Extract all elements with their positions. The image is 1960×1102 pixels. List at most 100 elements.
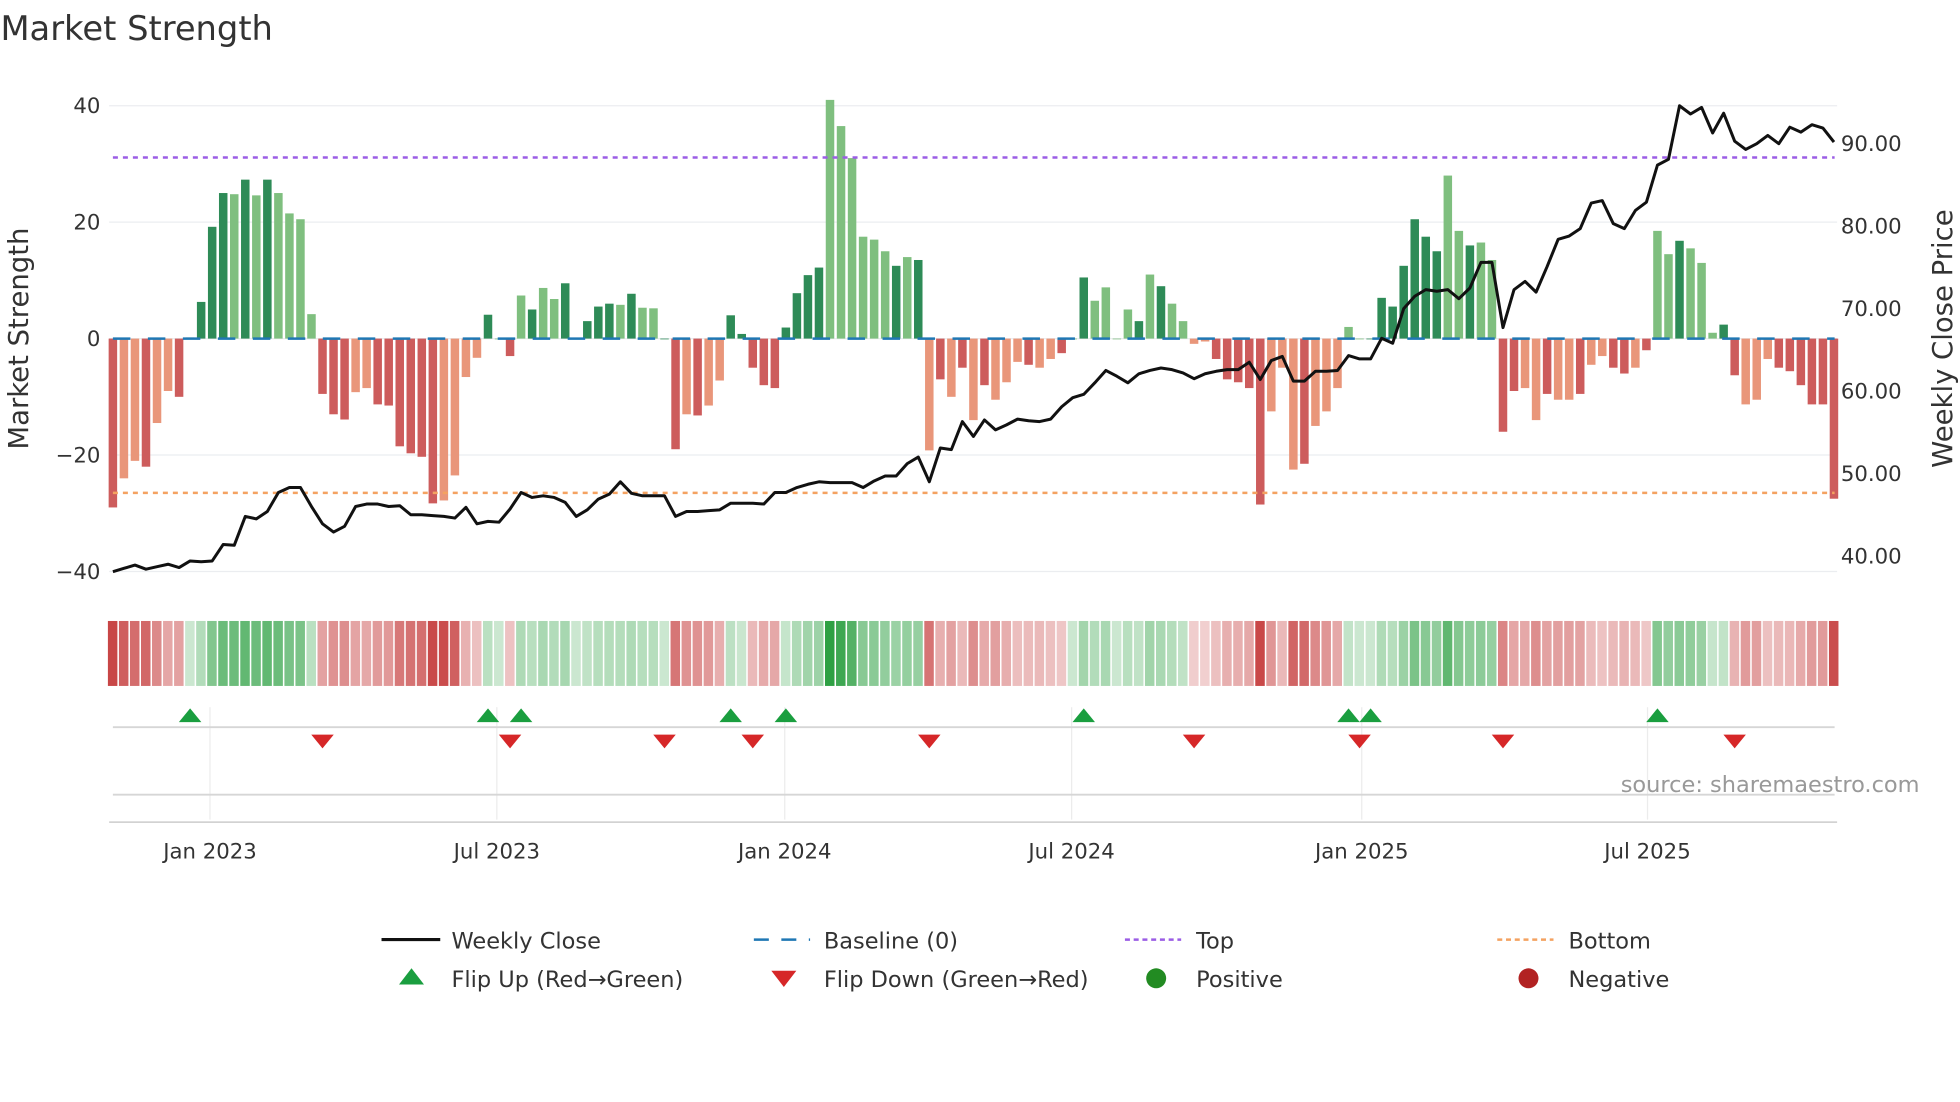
heat-strip-cell bbox=[714, 620, 725, 686]
heat-strip-cell bbox=[990, 620, 1000, 686]
source-label: source: sharemaestro.com bbox=[1621, 772, 1920, 798]
heat-strip-cell bbox=[1167, 620, 1177, 686]
strength-bar bbox=[163, 338, 173, 391]
heat-strip-cell bbox=[1475, 620, 1486, 686]
strength-bar bbox=[230, 194, 239, 339]
strength-bar bbox=[1101, 287, 1111, 339]
heat-strip-cell bbox=[648, 620, 658, 686]
heat-strip-cell bbox=[218, 620, 228, 686]
heat-strip-cell bbox=[207, 620, 217, 686]
heat-strip-cell bbox=[1784, 620, 1795, 686]
heat-strip-cell bbox=[1376, 620, 1387, 686]
heat-strip-cell bbox=[361, 620, 372, 686]
strength-bar bbox=[1531, 338, 1541, 421]
heat-strip-cell bbox=[306, 620, 316, 686]
heat-strip-cell bbox=[1696, 620, 1707, 686]
heat-strip-cell bbox=[185, 620, 195, 686]
strength-bar bbox=[914, 259, 923, 339]
strength-bar bbox=[406, 338, 416, 454]
heat-strip-cell bbox=[1211, 620, 1221, 686]
legend-label-flip-up: Flip Up (Red→Green) bbox=[451, 967, 683, 993]
heat-strip-cell bbox=[1155, 620, 1166, 686]
strength-bar bbox=[814, 267, 824, 339]
flip-up-marker bbox=[774, 708, 798, 723]
strength-bar bbox=[527, 309, 537, 339]
strength-bar bbox=[891, 265, 901, 339]
strength-bar bbox=[263, 179, 272, 339]
y-tick-label: 40 bbox=[73, 94, 100, 119]
flip-up-marker bbox=[1646, 708, 1669, 723]
strength-bar bbox=[285, 213, 294, 339]
strength-bar bbox=[693, 338, 702, 416]
strength-bar bbox=[1432, 251, 1442, 339]
heat-strip-cell bbox=[317, 620, 328, 686]
heat-strip-cell bbox=[295, 620, 305, 686]
heat-strip-cell bbox=[1575, 620, 1585, 686]
strength-bar bbox=[583, 321, 592, 339]
heat-strip-cell bbox=[582, 620, 592, 686]
heat-strip-cell bbox=[1773, 620, 1784, 686]
heat-strip-cell bbox=[516, 620, 526, 686]
strength-bar bbox=[627, 293, 636, 339]
flip-up-marker bbox=[476, 708, 500, 723]
strength-bar bbox=[207, 226, 217, 339]
heat-strip-cell bbox=[1233, 620, 1243, 686]
strength-bar bbox=[1035, 338, 1044, 368]
strength-bar bbox=[1498, 338, 1508, 432]
strength-bar bbox=[1664, 254, 1673, 339]
strength-bar bbox=[1675, 240, 1684, 339]
heat-strip-cell bbox=[869, 620, 879, 686]
heat-strip-cell bbox=[229, 620, 239, 686]
strength-bar bbox=[218, 193, 228, 339]
heat-strip-cell bbox=[957, 620, 967, 686]
strength-bar bbox=[351, 338, 360, 393]
strength-bar bbox=[660, 338, 669, 340]
strength-bar bbox=[1013, 338, 1022, 362]
heat-strip-cell bbox=[339, 620, 350, 686]
y2-axis-title: Weekly Close Price bbox=[1927, 209, 1959, 467]
strength-bar bbox=[1785, 338, 1795, 372]
legend-label-top: Top bbox=[1195, 928, 1234, 954]
heat-strip-cell bbox=[1497, 620, 1508, 686]
heat-strip-cell bbox=[813, 620, 824, 686]
heat-strip-cell bbox=[1332, 620, 1342, 686]
chart-title: Market Strength bbox=[0, 9, 272, 48]
strength-bar bbox=[781, 327, 791, 339]
y-tick-label: −40 bbox=[56, 560, 101, 585]
heat-strip-cell bbox=[427, 620, 438, 686]
strength-bar bbox=[141, 338, 151, 467]
flip-down-marker bbox=[1491, 734, 1515, 749]
heat-strip-cell bbox=[372, 620, 383, 686]
heat-strip-cell bbox=[1630, 620, 1640, 686]
heat-strip-cell bbox=[1718, 620, 1729, 686]
strength-bar bbox=[803, 275, 813, 339]
heat-strip-cell bbox=[494, 620, 504, 686]
strength-bar bbox=[439, 338, 449, 501]
x-tick-label: Jan 2024 bbox=[736, 839, 832, 864]
y-tick-label: 20 bbox=[73, 211, 100, 236]
y-axis-title: Market Strength bbox=[3, 228, 35, 450]
heat-strip-cell bbox=[902, 620, 912, 686]
heat-strip-cell bbox=[1133, 620, 1144, 686]
legend-positive-icon bbox=[1146, 968, 1167, 989]
strength-bar bbox=[1256, 338, 1265, 505]
y2-tick-label: 60.00 bbox=[1841, 380, 1902, 405]
heat-strip-cell bbox=[847, 620, 857, 686]
strength-bar bbox=[1829, 338, 1839, 499]
strength-bar bbox=[1476, 242, 1486, 339]
heat-strip-cell bbox=[1420, 620, 1431, 686]
strength-bar bbox=[1620, 338, 1629, 374]
heat-strip-cell bbox=[107, 620, 118, 686]
strength-bar bbox=[1542, 338, 1552, 394]
strength-bar bbox=[152, 338, 162, 424]
y2-tick-label: 80.00 bbox=[1841, 215, 1902, 240]
heat-strip-cell bbox=[758, 620, 769, 686]
strength-bar bbox=[1178, 321, 1188, 339]
heat-strip-cell bbox=[1200, 620, 1210, 686]
legend-label-negative: Negative bbox=[1568, 967, 1669, 993]
strength-bar bbox=[991, 338, 1000, 400]
heat-strip-cell bbox=[549, 620, 559, 686]
heat-strip-cell bbox=[1012, 620, 1023, 686]
strength-bar bbox=[726, 315, 735, 339]
heat-strip-cell bbox=[273, 620, 283, 686]
